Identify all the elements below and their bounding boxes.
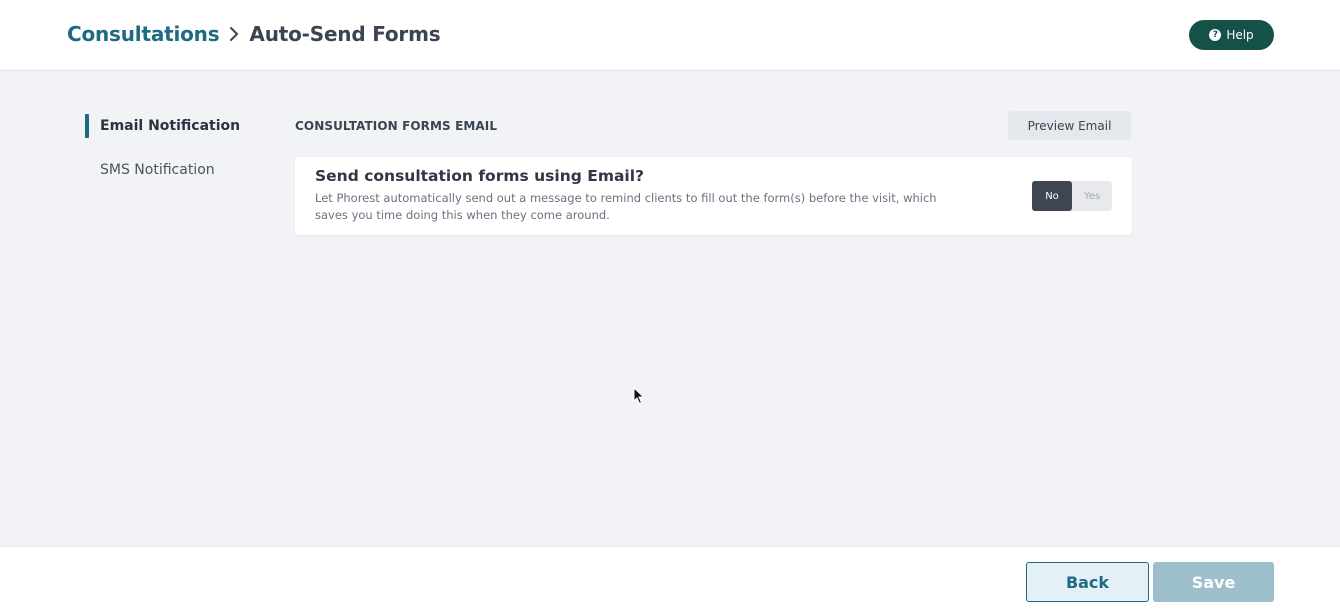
breadcrumb-consultations-link[interactable]: Consultations (67, 22, 220, 46)
toggle-option-yes[interactable]: Yes (1072, 181, 1112, 211)
no-yes-toggle[interactable]: No Yes (1032, 181, 1112, 211)
setting-description: Let Phorest automatically send out a mes… (315, 191, 937, 222)
page-footer: Back Save (0, 546, 1340, 616)
sidenav-item-sms-notification[interactable]: SMS Notification (85, 159, 240, 181)
page-header: Consultations Auto-Send Forms ? Help (0, 0, 1340, 71)
email-setting-card: Send consultation forms using Email? Let… (295, 157, 1132, 235)
back-button[interactable]: Back (1026, 562, 1149, 602)
settings-sidenav: Email Notification SMS Notification (85, 114, 241, 203)
help-button-label: Help (1226, 28, 1254, 42)
sidenav-item-label: Email Notification (100, 118, 241, 134)
chevron-right-icon (229, 26, 239, 42)
sidenav-item-email-notification[interactable]: Email Notification (85, 114, 241, 138)
sidenav-item-label: SMS Notification (100, 162, 215, 178)
toggle-option-no[interactable]: No (1032, 181, 1072, 211)
help-button[interactable]: ? Help (1189, 20, 1274, 50)
section-title: CONSULTATION FORMS EMAIL (295, 119, 498, 133)
breadcrumb: Consultations Auto-Send Forms (67, 22, 441, 46)
mouse-cursor-icon (633, 386, 645, 409)
save-button[interactable]: Save (1153, 562, 1274, 602)
preview-email-button[interactable]: Preview Email (1008, 111, 1131, 140)
page-title: Auto-Send Forms (249, 22, 441, 46)
setting-title: Send consultation forms using Email? (315, 167, 645, 185)
question-circle-icon: ? (1209, 29, 1222, 41)
